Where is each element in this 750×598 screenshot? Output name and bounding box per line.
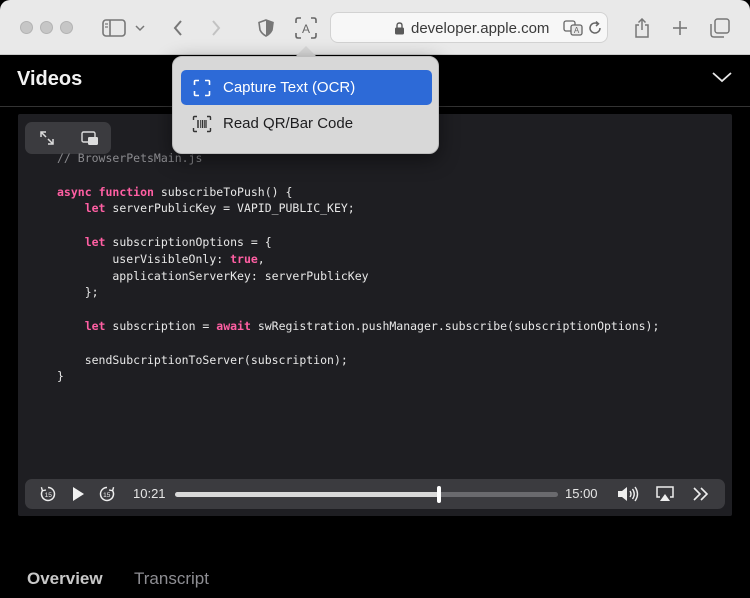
code-token: , [257,251,265,266]
code-token: function [98,184,154,199]
code-token: subscribeToPush() { [153,184,293,199]
code-line: applicationServerKey: serverPublicKey [57,268,659,285]
chevron-left-icon[interactable] [164,14,192,42]
chevron-down-icon[interactable] [711,70,733,89]
code-token: serverPublicKey = VAPID_PUBLIC_KEY; [105,201,355,216]
play-icon[interactable] [67,484,89,504]
volume-icon[interactable] [615,484,641,504]
code-line: sendSubcriptionToServer(subscription); [57,352,659,369]
skip-forward-icon[interactable]: 15 [96,484,118,504]
code-token: let [84,318,106,333]
code-token: swRegistration.pushManager.subscribe(sub… [250,318,660,333]
svg-text:A: A [574,26,580,35]
chevron-down-icon[interactable] [130,14,150,42]
progress-scrubber[interactable] [175,486,558,503]
zoom-window-button[interactable] [60,21,73,34]
code-line: let subscription = await swRegistration.… [57,318,660,335]
capture-text-label: Capture Text (OCR) [223,79,356,96]
barcode-icon [181,115,223,133]
current-time: 10:21 [133,486,166,501]
svg-text:15: 15 [103,492,111,499]
code-token: async [57,184,92,199]
more-controls-icon[interactable] [689,484,713,504]
plus-icon[interactable] [666,14,694,42]
read-code-label: Read QR/Bar Code [223,115,354,132]
read-code-menu-item[interactable]: Read QR/Bar Code [181,106,432,141]
code-line: } [57,368,659,385]
url-text: developer.apple.com [411,20,550,37]
tab-overview[interactable]: Overview [27,569,103,589]
code-token: await [216,318,251,333]
duration: 15:00 [565,486,598,501]
chevron-right-icon[interactable] [202,14,230,42]
minimize-window-button[interactable] [40,21,53,34]
svg-text:A: A [302,22,310,36]
address-bar[interactable]: developer.apple.com A [330,12,608,43]
skip-back-icon[interactable]: 15 [37,484,59,504]
svg-text:15: 15 [45,492,53,499]
tab-overview-icon[interactable] [706,14,734,42]
code-block: // BrowserPetsMain.js async function subs… [57,150,659,385]
code-line: }; [57,284,659,301]
capture-text-icon [181,79,223,97]
live-text-menu: Capture Text (OCR) Read QR/Bar Code [172,56,439,154]
reload-icon[interactable] [587,20,603,41]
code-token: } [57,369,64,384]
code-token: let [84,234,106,249]
sidebar-icon[interactable] [100,14,128,42]
translate-icon[interactable]: A [563,20,583,41]
popover-arrow [296,46,316,56]
page-title: Videos [17,68,83,90]
live-text-icon[interactable]: A [292,14,320,42]
shield-icon[interactable] [252,14,280,42]
lock-icon [394,22,405,40]
code-token: userVisibleOnly: [57,251,231,266]
code-token: }; [57,285,99,300]
code-token: let [84,201,106,216]
code-token: subscriptionOptions = { [105,234,272,249]
close-window-button[interactable] [20,21,33,34]
code-token: true [230,251,258,266]
capture-text-menu-item[interactable]: Capture Text (OCR) [181,70,432,105]
scrubber-handle[interactable] [437,486,442,503]
playback-controls: 15 15 10:21 15:00 [25,479,725,509]
code-line: async function subscribeToPush() { [57,184,659,201]
code-token: applicationServerKey: serverPublicKey [57,268,369,283]
airplay-icon[interactable] [653,484,677,504]
code-line: userVisibleOnly: true, [57,251,659,268]
progress-fill [175,492,440,497]
code-line: let subscriptionOptions = { [57,234,659,251]
browser-toolbar: A developer.apple.com A [0,0,750,55]
code-line: let serverPublicKey = VAPID_PUBLIC_KEY; [57,200,659,217]
code-token: subscription = [105,318,217,333]
tab-transcript[interactable]: Transcript [134,569,209,589]
code-token: sendSubcriptionToServer(subscription); [57,352,348,367]
share-icon[interactable] [628,14,656,42]
